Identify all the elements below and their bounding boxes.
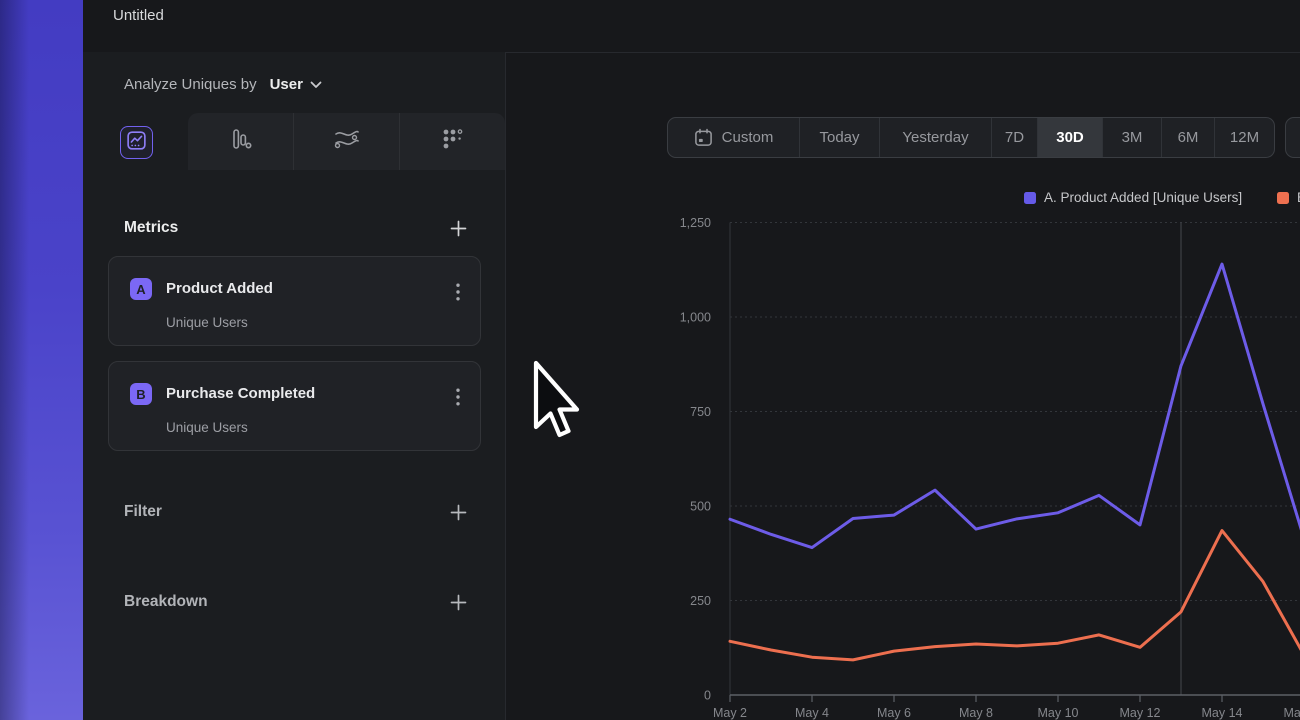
range-button-6m[interactable]: 6M [1161,118,1214,157]
app-header: Untitled [83,0,1300,53]
range-button-3m[interactable]: 3M [1102,118,1161,157]
legend-swatch [1277,192,1289,204]
kebab-menu-icon[interactable] [454,386,462,413]
add-breakdown-button[interactable] [447,591,469,613]
add-filter-button[interactable] [447,501,469,523]
retention-grid-icon [441,127,465,156]
tab-insights[interactable] [120,126,153,159]
y-axis-tick-label: 1,250 [680,216,711,230]
x-axis-tick-label: May 6 [877,706,911,720]
y-axis-tick-label: 1,000 [680,311,711,325]
range-label: Custom [722,129,774,146]
range-label: 30D [1056,129,1084,146]
query-panel: Analyze Uniques by User [83,52,506,720]
y-axis-tick-label: 0 [704,689,711,703]
range-button-7d[interactable]: 7D [991,118,1037,157]
date-range-bar: Custom Today Yesterday 7D 30D 3M 6M 12M [667,117,1275,158]
y-axis-tick-label: 250 [690,594,711,608]
range-label: Yesterday [902,129,968,146]
range-button-today[interactable]: Today [799,118,879,157]
x-axis-tick-label: May 10 [1038,706,1079,720]
tab-flows[interactable] [293,113,399,170]
report-title[interactable]: Untitled [113,7,164,24]
y-axis-tick-label: 750 [690,405,711,419]
range-button-yesterday[interactable]: Yesterday [879,118,991,157]
range-label: 12M [1230,129,1259,146]
metric-card-b[interactable]: B Purchase Completed Unique Users [108,361,481,451]
chevron-down-icon[interactable] [310,76,322,94]
calendar-icon [694,128,713,147]
x-axis-tick-label: May 16 [1284,706,1300,720]
legend-item-b[interactable]: B. Purchase Completed [Unique Users] [1277,190,1300,205]
range-button-12m[interactable]: 12M [1214,118,1274,157]
y-axis-tick-label: 500 [690,500,711,514]
range-label: 3M [1122,129,1143,146]
series-line-a [730,264,1300,548]
line-chart-icon [127,131,146,155]
chart-type-tabs [83,113,505,170]
range-label: 7D [1005,129,1024,146]
x-axis-tick-label: May 12 [1120,706,1161,720]
x-axis-tick-label: May 2 [713,706,747,720]
metric-badge-b: B [130,383,152,405]
analyze-value-dropdown[interactable]: User [270,76,303,93]
metric-measurement[interactable]: Unique Users [166,420,248,435]
analyze-row: Analyze Uniques by User [124,74,322,94]
analyze-label: Analyze Uniques by [124,76,257,93]
range-button-custom[interactable]: Custom [668,118,799,157]
flow-icon [333,128,361,155]
tab-retention[interactable] [399,113,505,170]
metric-card-a[interactable]: A Product Added Unique Users [108,256,481,346]
metric-badge-a: A [130,278,152,300]
metrics-section-header: Metrics [124,217,469,239]
range-button-30d[interactable]: 30D [1037,118,1102,157]
compare-button[interactable]: Compare [1285,117,1300,158]
series-line-b [730,531,1300,660]
metric-measurement[interactable]: Unique Users [166,315,248,330]
metric-name: Purchase Completed [166,385,315,402]
app-window: Untitled Analyze Uniques by User [83,0,1300,720]
metrics-heading: Metrics [124,219,178,237]
legend-swatch [1024,192,1036,204]
breakdown-section-header: Breakdown [124,591,469,613]
tab-group [188,113,505,170]
tab-bar-chart[interactable] [188,113,293,170]
line-chart: 0 250 500 750 1,000 1,250 May 2 May 4 May 6 May 8… [588,210,1300,720]
bar-chart-icon [228,127,254,156]
metric-name: Product Added [166,280,273,297]
legend-label: A. Product Added [Unique Users] [1044,190,1242,205]
x-axis-tick-label: May 4 [795,706,829,720]
range-label: 6M [1178,129,1199,146]
x-axis-tick-label: May 14 [1202,706,1243,720]
screenshot-stage: Untitled Analyze Uniques by User [0,0,1300,720]
legend-item-a[interactable]: A. Product Added [Unique Users] [1024,190,1242,205]
x-axis-tick-label: May 8 [959,706,993,720]
breakdown-heading: Breakdown [124,593,208,611]
filter-section-header: Filter [124,501,469,523]
kebab-menu-icon[interactable] [454,281,462,308]
add-metric-button[interactable] [447,217,469,239]
background-gradient [0,0,83,720]
range-label: Today [819,129,859,146]
filter-heading: Filter [124,503,162,521]
